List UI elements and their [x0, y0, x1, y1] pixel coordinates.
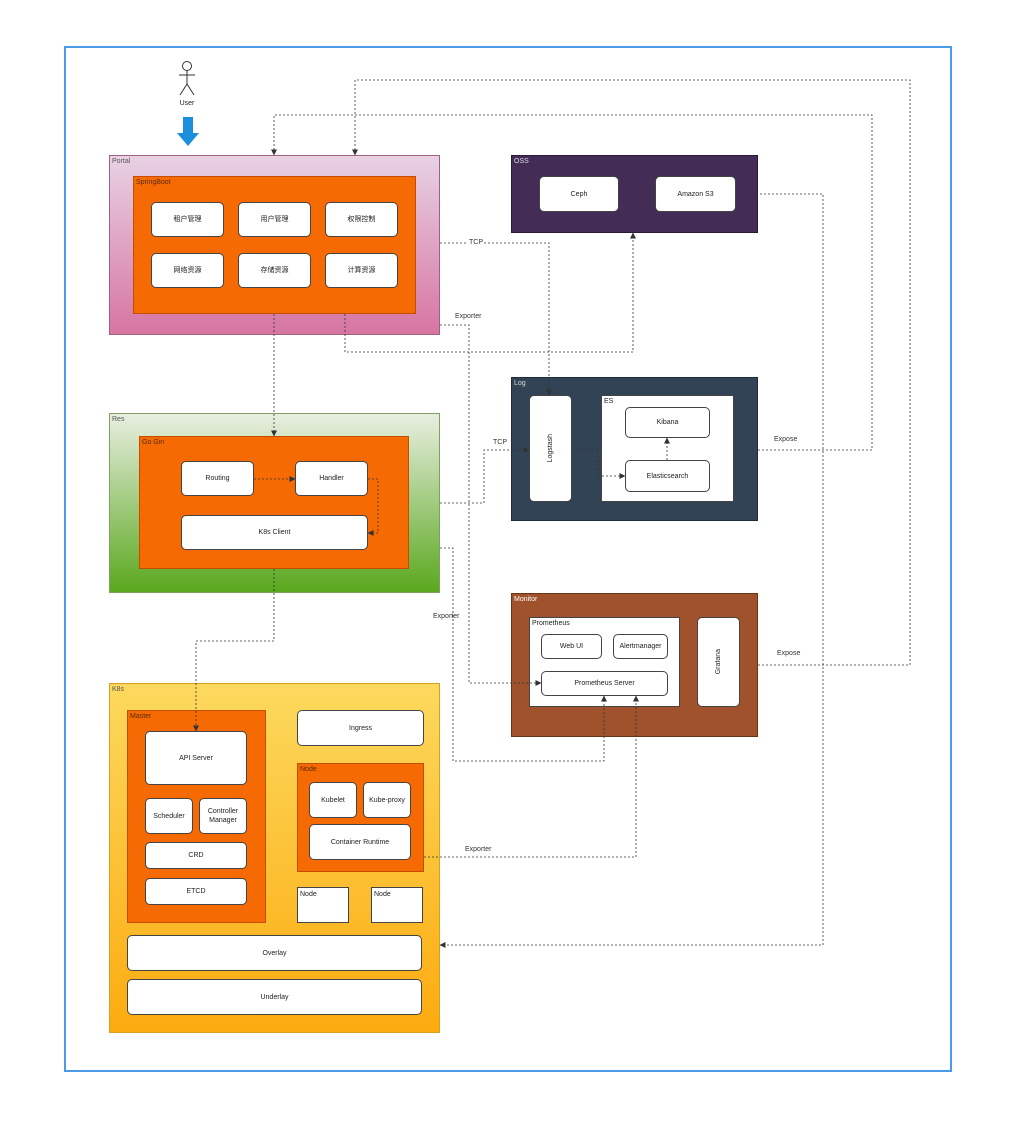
edge-label-tcp-1: TCP — [468, 239, 484, 246]
edge-portal-exporter — [440, 324, 542, 686]
edge-label-exporter-3: Exporter — [465, 846, 492, 853]
edge-res-exporter — [440, 547, 607, 762]
edge-label-tcp-2: TCP — [493, 439, 507, 446]
edge-logstash-to-elasticsearch — [572, 449, 626, 479]
edge-grafana-to-portal — [352, 79, 911, 666]
edge-gogin-to-apiserver — [193, 569, 275, 732]
edge-label-expose-1: Expose — [774, 436, 798, 443]
edge-label-exporter-2: Exporter — [433, 613, 460, 620]
edge-log-to-portal — [271, 114, 873, 451]
edge-label-exporter-1: Exporter — [455, 313, 482, 320]
edge-label-expose-2: Expose — [777, 650, 801, 657]
edge-res-tcp-logstash — [440, 447, 530, 504]
edge-handler-to-k8sclient — [367, 478, 379, 536]
edge-s3-to-overlay — [439, 193, 824, 948]
edge-springboot-to-oss — [344, 232, 636, 353]
connector-lines — [193, 79, 911, 948]
